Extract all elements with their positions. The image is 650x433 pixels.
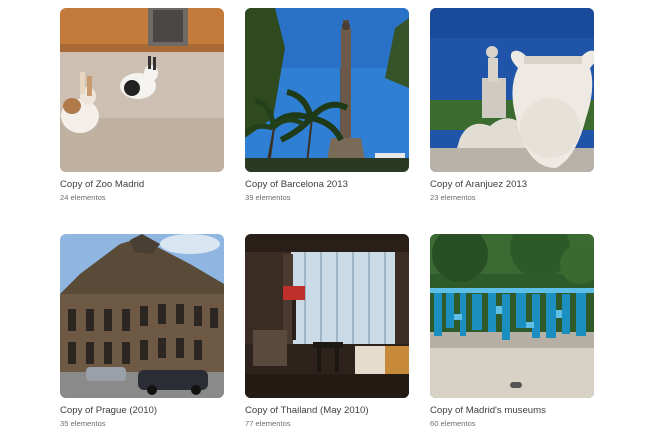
album-card[interactable]: Copy of Barcelona 2013 39 elementos	[245, 8, 409, 202]
album-title[interactable]: Copy of Madrid's museums	[430, 405, 594, 416]
album-thumbnail[interactable]	[430, 234, 594, 398]
theatre-building-photo-icon	[60, 234, 224, 398]
album-card[interactable]: Copy of Madrid's museums 60 elementos	[430, 234, 594, 428]
hotel-room-photo-icon	[245, 234, 409, 398]
album-title[interactable]: Copy of Zoo Madrid	[60, 179, 224, 190]
album-thumbnail[interactable]	[60, 234, 224, 398]
fountain-urn-photo-icon	[430, 8, 594, 172]
album-grid: Copy of Zoo Madrid 24 elementos Copy of …	[0, 0, 650, 433]
album-item-count: 24 elementos	[60, 193, 106, 202]
columbus-monument-photo-icon	[245, 8, 409, 172]
album-thumbnail[interactable]	[245, 8, 409, 172]
album-card[interactable]: Copy of Thailand (May 2010) 77 elementos	[245, 234, 409, 428]
album-title[interactable]: Copy of Barcelona 2013	[245, 179, 409, 190]
album-item-count: 23 elementos	[430, 193, 476, 202]
album-title[interactable]: Copy of Thailand (May 2010)	[245, 405, 409, 416]
album-item-count: 35 elementos	[60, 419, 106, 428]
album-card[interactable]: Copy of Aranjuez 2013 23 elementos	[430, 8, 594, 202]
album-thumbnail[interactable]	[60, 8, 224, 172]
rabbits-photo-icon	[60, 8, 224, 172]
blue-sculpture-photo-icon	[430, 234, 594, 398]
album-title[interactable]: Copy of Prague (2010)	[60, 405, 224, 416]
album-card[interactable]: Copy of Prague (2010) 35 elementos	[60, 234, 224, 428]
album-title[interactable]: Copy of Aranjuez 2013	[430, 179, 594, 190]
album-item-count: 39 elementos	[245, 193, 291, 202]
album-item-count: 60 elementos	[430, 419, 476, 428]
album-card[interactable]: Copy of Zoo Madrid 24 elementos	[60, 8, 224, 202]
album-item-count: 77 elementos	[245, 419, 291, 428]
album-thumbnail[interactable]	[430, 8, 594, 172]
album-thumbnail[interactable]	[245, 234, 409, 398]
